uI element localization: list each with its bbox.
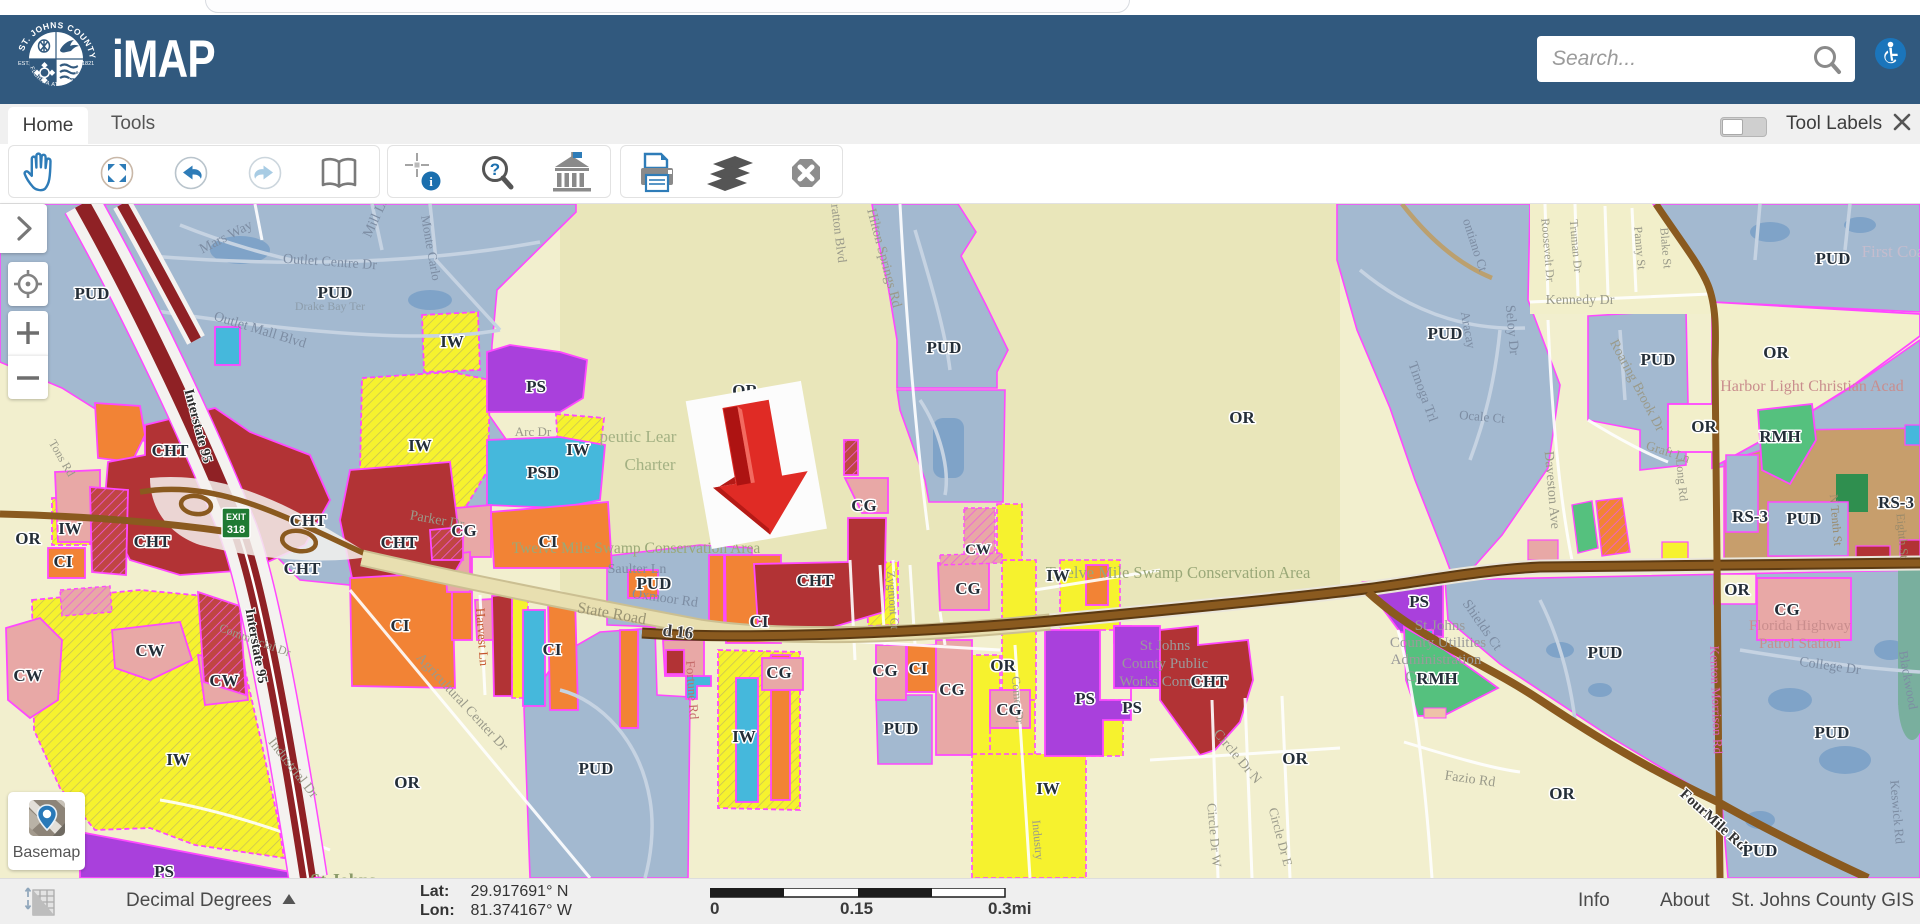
svg-text:RS-3: RS-3 bbox=[1732, 507, 1768, 526]
svg-text:CI: CI bbox=[750, 612, 769, 631]
svg-text:318: 318 bbox=[227, 524, 245, 536]
svg-text:OR: OR bbox=[1549, 784, 1575, 803]
svg-text:OR: OR bbox=[990, 656, 1016, 675]
svg-text:PUD: PUD bbox=[579, 759, 614, 778]
svg-text:CHT: CHT bbox=[290, 511, 328, 530]
svg-text:PS: PS bbox=[1409, 592, 1429, 611]
svg-text:Patrol Station: Patrol Station bbox=[1759, 636, 1842, 652]
svg-text:PUD: PUD bbox=[1815, 723, 1850, 742]
svg-text:OR: OR bbox=[1763, 343, 1789, 362]
svg-text:CHT: CHT bbox=[381, 533, 419, 552]
svg-text:CW: CW bbox=[965, 542, 991, 558]
svg-text:PSD: PSD bbox=[527, 463, 559, 482]
svg-text:IW: IW bbox=[58, 519, 82, 538]
svg-text:RMH: RMH bbox=[1759, 427, 1801, 446]
svg-text:CHT: CHT bbox=[284, 559, 322, 578]
svg-text:PUD: PUD bbox=[884, 719, 919, 738]
svg-text:PUD: PUD bbox=[1588, 643, 1623, 662]
svg-text:Harbor Light Christian Acad: Harbor Light Christian Acad bbox=[1720, 378, 1904, 395]
svg-text:CHT: CHT bbox=[152, 441, 190, 460]
svg-text:St Johns: St Johns bbox=[310, 870, 376, 878]
svg-text:d 16: d 16 bbox=[662, 621, 695, 643]
svg-text:CI: CI bbox=[543, 640, 562, 659]
svg-text:St Johns: St Johns bbox=[1415, 618, 1466, 634]
svg-text:PS: PS bbox=[1075, 689, 1095, 708]
svg-text:IW: IW bbox=[1036, 779, 1060, 798]
svg-text:CI: CI bbox=[909, 659, 928, 678]
svg-text:PUD: PUD bbox=[1743, 841, 1778, 860]
svg-text:OR: OR bbox=[1282, 749, 1308, 768]
svg-text:CG: CG bbox=[851, 496, 877, 515]
svg-text:CW: CW bbox=[209, 671, 238, 690]
svg-text:CHT: CHT bbox=[134, 532, 172, 551]
svg-text:Arc Dr: Arc Dr bbox=[515, 424, 552, 439]
svg-text:CI: CI bbox=[391, 616, 410, 635]
svg-text:PUD: PUD bbox=[1787, 509, 1822, 528]
svg-text:RS-3: RS-3 bbox=[1878, 493, 1914, 512]
svg-text:IW: IW bbox=[732, 727, 756, 746]
svg-text:CG: CG bbox=[939, 680, 965, 699]
svg-text:peutic Lear: peutic Lear bbox=[600, 427, 677, 446]
svg-text:County Utilities: County Utilities bbox=[1390, 635, 1486, 651]
svg-text:IW: IW bbox=[408, 436, 432, 455]
svg-text:PUD: PUD bbox=[1641, 350, 1676, 369]
svg-text:EST.: EST. bbox=[18, 61, 30, 67]
svg-text:OR: OR bbox=[394, 773, 420, 792]
svg-text:IW: IW bbox=[1046, 566, 1070, 585]
svg-text:County Public: County Public bbox=[1122, 656, 1209, 672]
svg-text:CG: CG bbox=[955, 579, 981, 598]
svg-text:PS: PS bbox=[526, 377, 546, 396]
svg-text:CG: CG bbox=[451, 521, 477, 540]
svg-text:IW: IW bbox=[166, 750, 190, 769]
svg-text:EXIT: EXIT bbox=[226, 512, 247, 522]
svg-text:Florida Highway: Florida Highway bbox=[1749, 618, 1852, 634]
svg-text:Charter: Charter bbox=[625, 455, 676, 474]
svg-text:First Coa: First Coa bbox=[1862, 242, 1920, 261]
svg-text:PUD: PUD bbox=[1428, 324, 1463, 343]
svg-text:RMH: RMH bbox=[1416, 669, 1458, 688]
svg-text:PUD: PUD bbox=[927, 338, 962, 357]
svg-text:CHT: CHT bbox=[797, 571, 835, 590]
svg-text:St Johns: St Johns bbox=[1140, 638, 1191, 654]
svg-text:CG: CG bbox=[872, 661, 898, 680]
svg-text:PUD: PUD bbox=[318, 283, 353, 302]
svg-text:PUD: PUD bbox=[75, 284, 110, 303]
svg-text:CG: CG bbox=[996, 700, 1022, 719]
svg-text:OR: OR bbox=[1229, 408, 1255, 427]
svg-text:?: ? bbox=[490, 160, 500, 179]
svg-text:PUD: PUD bbox=[1816, 249, 1851, 268]
svg-text:CHT: CHT bbox=[1191, 672, 1229, 691]
svg-text:CI: CI bbox=[54, 552, 73, 571]
svg-text:Administration: Administration bbox=[1391, 652, 1482, 668]
svg-text:Twelve Mile Swamp Conservation: Twelve Mile Swamp Conservation Area bbox=[1046, 563, 1311, 582]
svg-text:Kennedy Dr: Kennedy Dr bbox=[1546, 293, 1615, 308]
svg-text:CI: CI bbox=[539, 532, 558, 551]
svg-text:OR: OR bbox=[15, 529, 41, 548]
svg-text:CW: CW bbox=[13, 666, 42, 685]
svg-text:OR: OR bbox=[1691, 417, 1717, 436]
svg-text:PS: PS bbox=[1122, 698, 1142, 717]
svg-text:CW: CW bbox=[135, 641, 164, 660]
svg-text:CG: CG bbox=[1774, 600, 1800, 619]
svg-text:IW: IW bbox=[440, 332, 464, 351]
svg-text:CG: CG bbox=[766, 663, 792, 682]
svg-text:PUD: PUD bbox=[637, 574, 672, 593]
svg-text:1821: 1821 bbox=[82, 61, 94, 67]
svg-text:i: i bbox=[429, 174, 433, 189]
svg-text:OR: OR bbox=[1724, 580, 1750, 599]
svg-text:PS: PS bbox=[154, 862, 174, 878]
svg-text:IW: IW bbox=[566, 440, 590, 459]
